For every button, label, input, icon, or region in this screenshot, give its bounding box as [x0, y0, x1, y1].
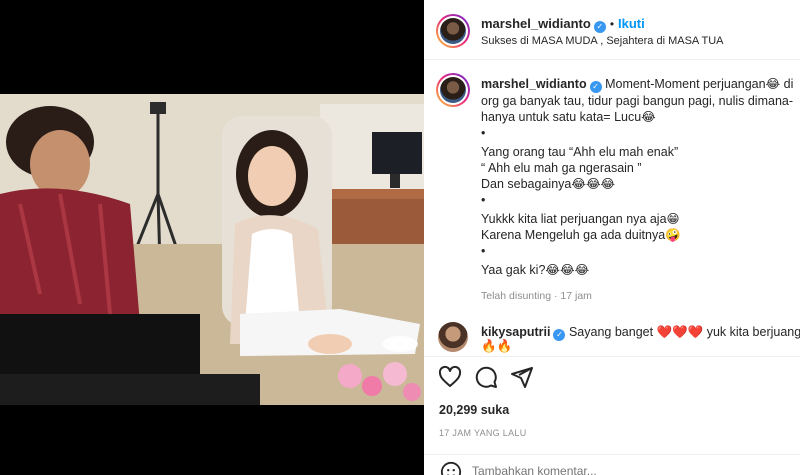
caption-avatar[interactable] [436, 73, 470, 107]
caption-line: Yang orang tau “Ahh elu mah enak” [481, 145, 679, 159]
verified-badge-icon: ✓ [593, 21, 606, 33]
caption-line: marshel_widianto ✓ Moment-Moment perjuang… [481, 76, 793, 93]
caption-username[interactable]: marshel_widianto [481, 77, 587, 91]
caption-line: “ Ahh elu mah ga ngerasain ” [481, 161, 642, 175]
commenter-avatar[interactable] [438, 322, 468, 352]
comment-icon[interactable] [474, 365, 498, 389]
post-location[interactable]: Sukses di MASA MUDA , Sejahtera di MASA … [481, 35, 724, 47]
verified-badge-icon: ✓ [553, 329, 566, 341]
comment-composer [424, 454, 800, 475]
caption-line: Yukkk kita liat perjuangan nya aja😁 [481, 212, 680, 226]
caption-line: • [481, 126, 486, 140]
caption-line: • [481, 244, 486, 258]
post-media [0, 0, 424, 475]
author-username[interactable]: marshel_widianto [481, 16, 591, 31]
post-header: marshel_widianto ✓ • Ikuti Sukses di MASA M… [424, 0, 800, 60]
caption-line: Dan sebagainya😂😂😂 [481, 177, 616, 191]
photo-illustration [0, 94, 424, 405]
follow-button[interactable]: Ikuti [618, 16, 645, 31]
comment-username[interactable]: kikysaputrii [481, 325, 550, 339]
caption-section: marshel_widianto ✓ Moment-Moment perjuang… [424, 61, 800, 351]
comment-input[interactable] [472, 464, 772, 475]
author-avatar[interactable] [436, 14, 470, 48]
edited-separator: · [553, 290, 558, 302]
caption-text: Moment-Moment perjuangan😂 di [605, 77, 794, 91]
like-count[interactable]: 20,299 suka [439, 403, 509, 417]
caption-line: Yaa gak ki?😂😂😂 [481, 263, 590, 277]
edited-label: Telah disunting [481, 290, 552, 302]
caption-line: Karena Mengeluh ga ada duitnya🤪 [481, 228, 681, 242]
author-line: marshel_widianto ✓ • Ikuti [481, 15, 645, 33]
caption-line: hanya untuk satu kata= Lucu😂 [481, 110, 656, 124]
separator-dot: • [609, 17, 615, 31]
caption-meta: Telah disunting · 17 jam [481, 290, 793, 302]
post-photo[interactable] [0, 94, 424, 405]
verified-badge-icon: ✓ [589, 81, 602, 93]
share-icon[interactable] [510, 365, 534, 389]
action-bar: 20,299 suka 17 JAM YANG LALU [424, 356, 800, 475]
post-timestamp[interactable]: 17 JAM YANG LALU [439, 428, 527, 438]
heart-icon[interactable] [438, 365, 462, 389]
comment-extra: 🔥🔥 [481, 339, 513, 353]
caption-body: marshel_widianto ✓ Moment-Moment perjuang… [481, 76, 793, 302]
post-side-panel: marshel_widianto ✓ • Ikuti Sukses di MASA M… [424, 0, 800, 475]
caption-line: org ga banyak tau, tidur pagi bangun pag… [481, 94, 794, 108]
emoji-icon[interactable] [440, 461, 462, 475]
edited-time[interactable]: 17 jam [560, 290, 592, 302]
comment-line: kikysaputrii ✓ Sayang banget ❤️❤️❤️ yuk k… [481, 324, 800, 341]
caption-line: • [481, 193, 486, 207]
comment-text: Sayang banget ❤️❤️❤️ yuk kita berjuang [568, 325, 800, 339]
